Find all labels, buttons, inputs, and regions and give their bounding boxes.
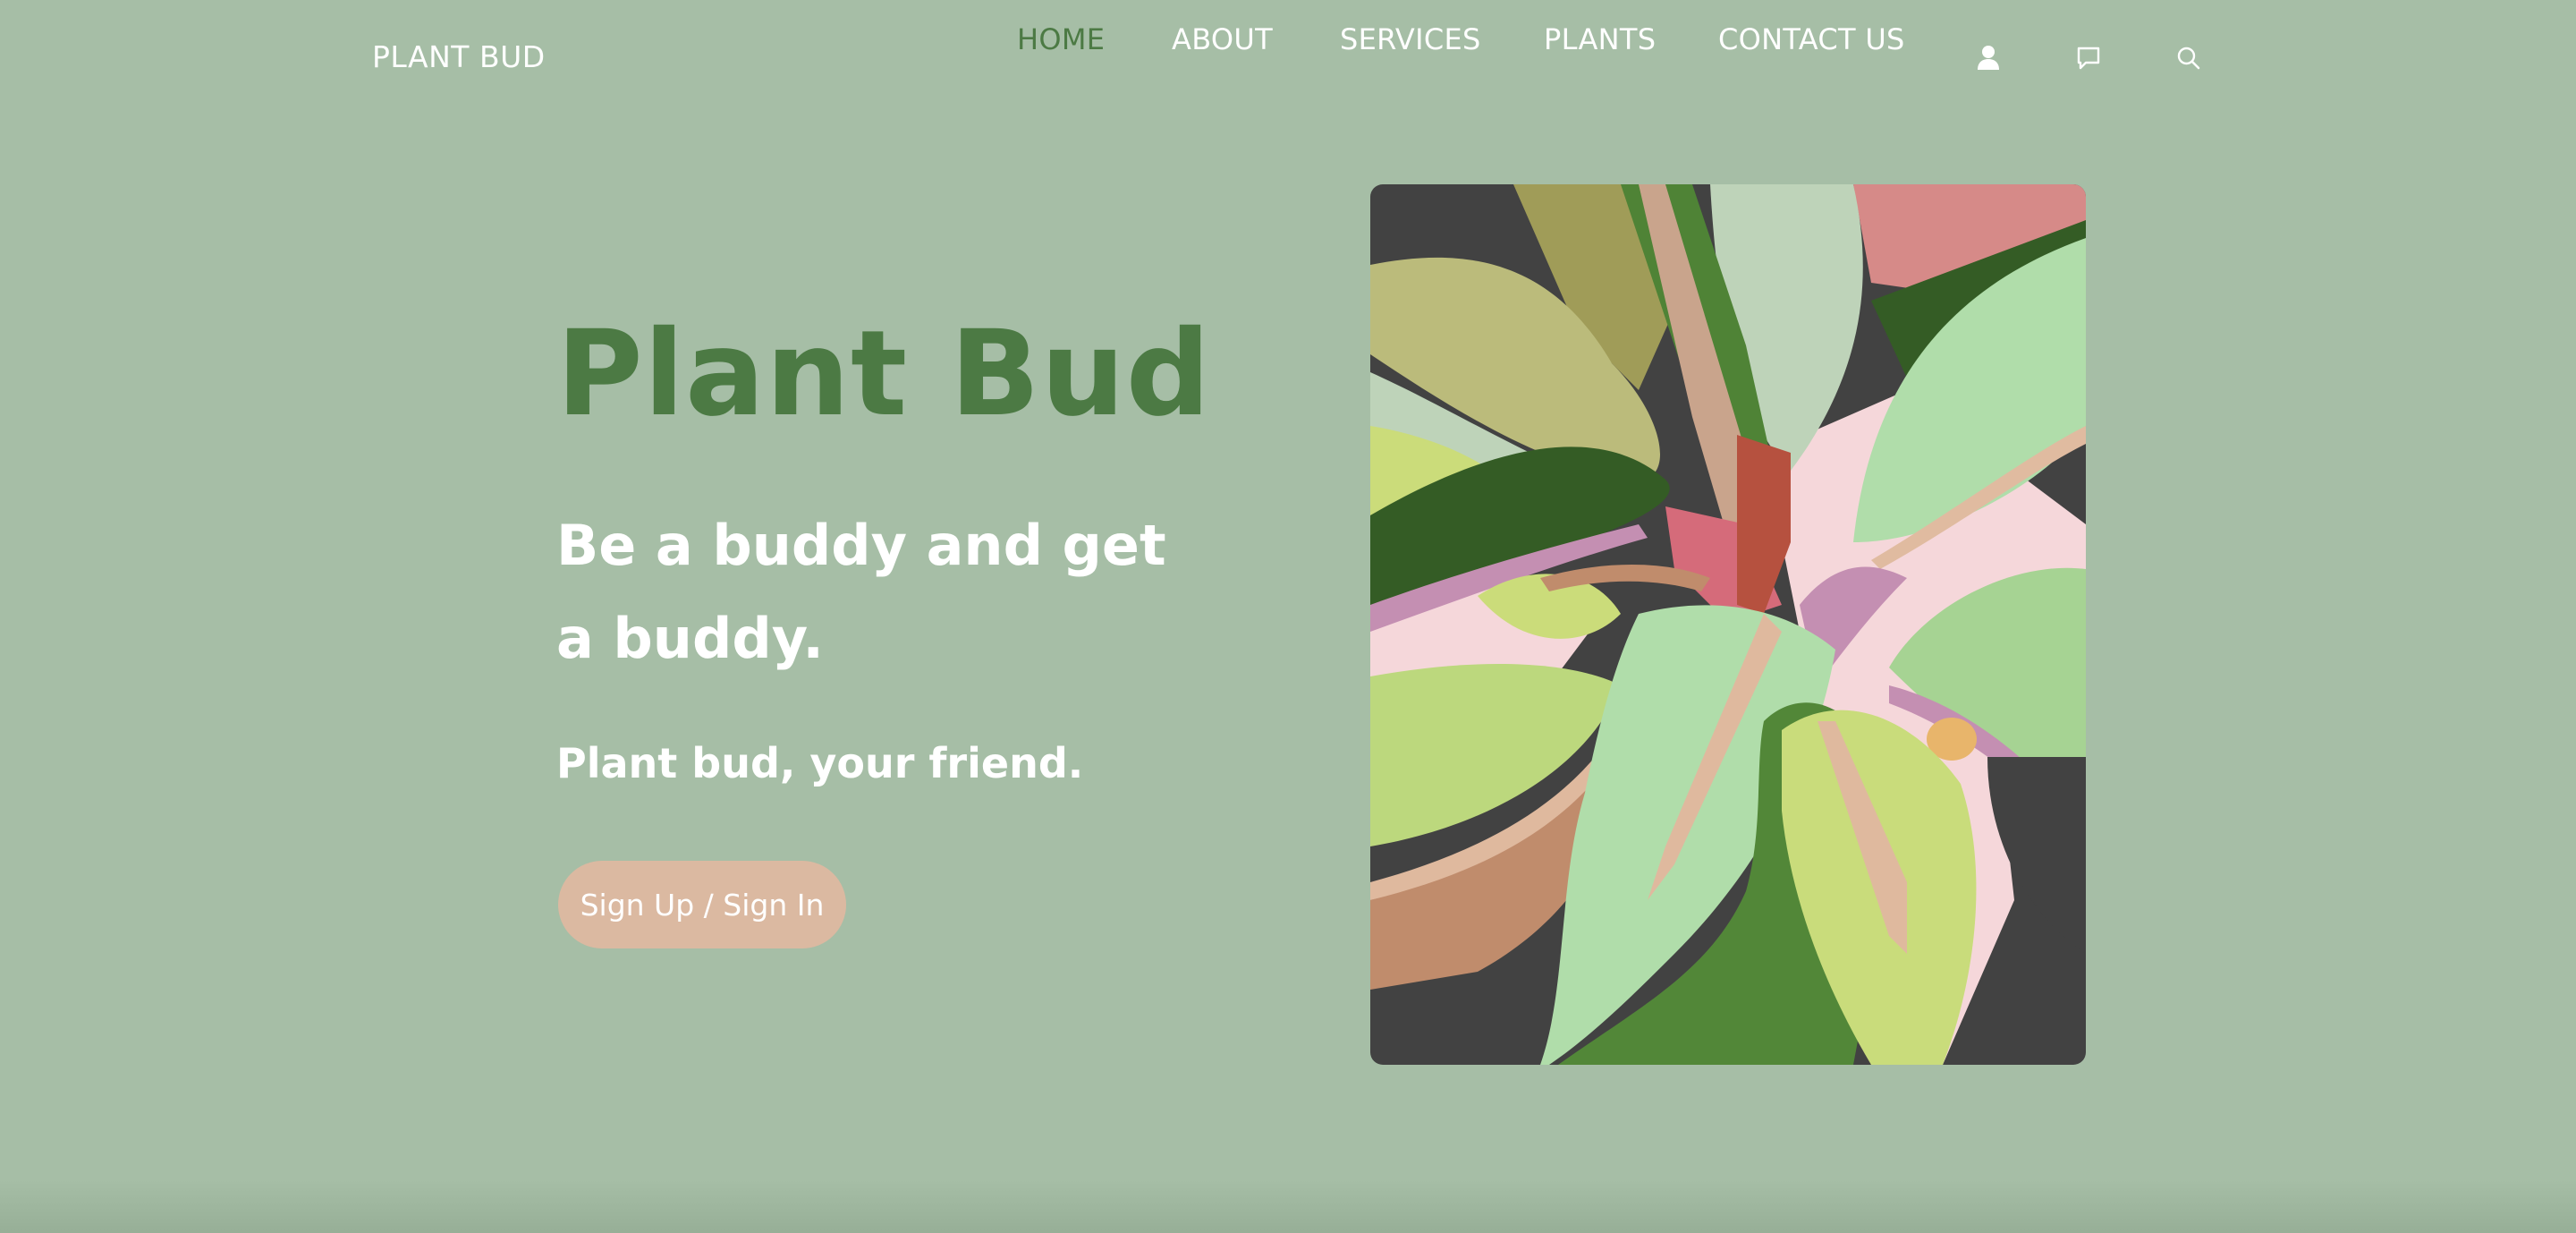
nav-link-services[interactable]: SERVICES bbox=[1340, 22, 1481, 56]
nav-link-plants[interactable]: PLANTS bbox=[1544, 22, 1656, 56]
user-icon[interactable] bbox=[1973, 43, 2004, 73]
nav-link-home[interactable]: HOME bbox=[1017, 22, 1105, 56]
nav-link-about[interactable]: ABOUT bbox=[1172, 22, 1273, 56]
nav-link-contact-us[interactable]: CONTACT US bbox=[1718, 22, 1905, 56]
search-icon[interactable] bbox=[2174, 43, 2204, 73]
chat-icon[interactable] bbox=[2073, 43, 2104, 73]
hero-title: Plant Bud bbox=[556, 305, 1212, 443]
brand-logo[interactable]: PLANT BUD bbox=[372, 39, 546, 74]
bottom-shadow bbox=[0, 1179, 2576, 1233]
top-navigation: PLANT BUD HOME ABOUT SERVICES PLANTS CON… bbox=[0, 0, 2576, 118]
hero-tagline: Plant bud, your friend. bbox=[556, 739, 1084, 787]
plant-illustration bbox=[1370, 184, 2086, 1065]
sign-up-sign-in-button[interactable]: Sign Up / Sign In bbox=[558, 861, 846, 948]
page-background: PLANT BUD HOME ABOUT SERVICES PLANTS CON… bbox=[0, 0, 2576, 1233]
hero-subtitle: Be a buddy and get a buddy. bbox=[556, 513, 1166, 671]
